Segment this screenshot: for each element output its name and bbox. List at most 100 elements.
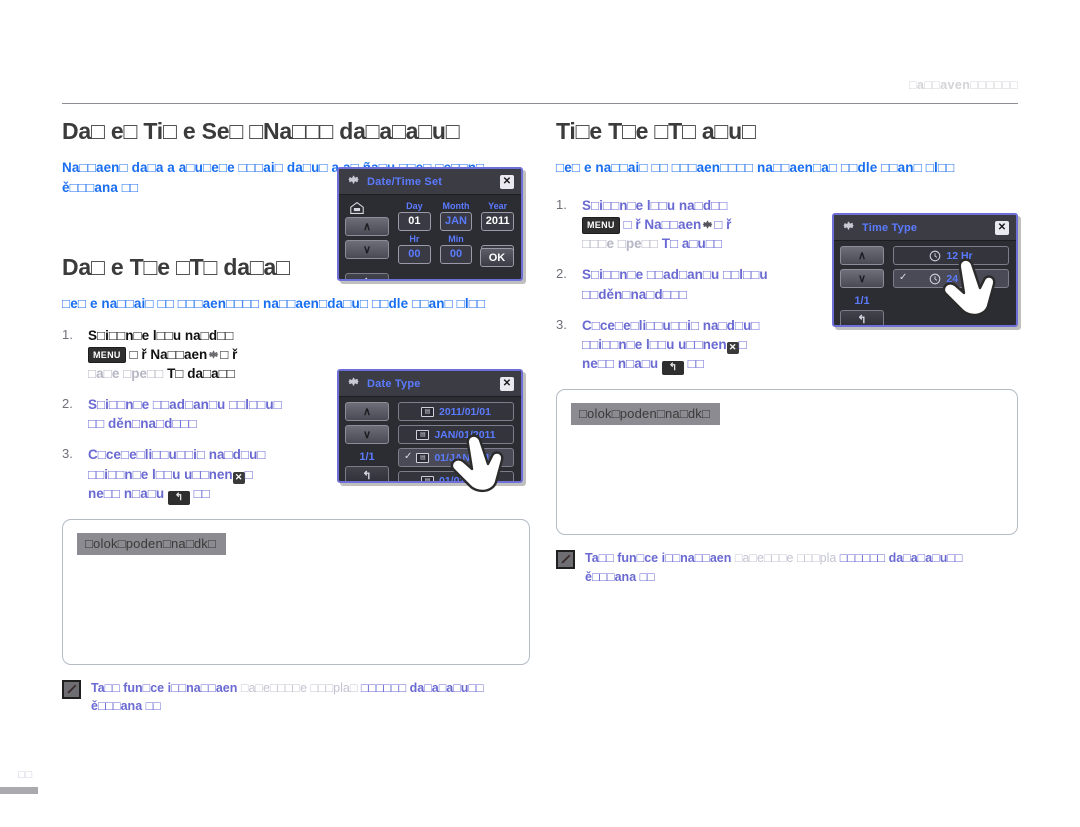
- note-right: Ta□□ fun□ce i□□na□□aen □a□e□□□e □□□pla □…: [556, 549, 1018, 587]
- memo-icon: [62, 679, 81, 699]
- option-row[interactable]: ▤ JAN/01/2011: [398, 425, 514, 444]
- step-number: 2.: [556, 266, 567, 282]
- info-box-right: □olok□poden□na□dk□: [556, 389, 1018, 536]
- note-bold2: □□□□□□ da□a□a□u□□: [360, 680, 484, 695]
- field-label: Year: [488, 201, 508, 211]
- option-list: ▤ 2011/01/01 ▤ JAN/01/2011 ✓ ▤ 01/JAN/20…: [398, 402, 514, 481]
- ok-button[interactable]: OK: [480, 248, 514, 267]
- info-box-heading: □olok□poden□na□dk□: [77, 532, 227, 555]
- close-icon[interactable]: ✕: [500, 174, 514, 189]
- close-icon[interactable]: ✕: [500, 376, 514, 391]
- field-value[interactable]: 01: [398, 212, 431, 231]
- lcd-screen-time-type[interactable]: Time Type ✕ ∧ ∨ 1/1 ↰ 12 Hr ✓ 24 Hr: [832, 213, 1018, 327]
- step-number: 1.: [62, 326, 73, 342]
- section-title-time-type: Ti□e T□e □T□ a□u□: [556, 118, 756, 144]
- back-icon[interactable]: ↰: [167, 490, 190, 505]
- lcd-title: Date/Time Set: [367, 175, 443, 188]
- close-icon[interactable]: ✕: [232, 471, 245, 484]
- scroll-down-button[interactable]: ∨: [345, 425, 389, 444]
- back-button[interactable]: ↰: [345, 466, 389, 481]
- info-box-body: [571, 425, 1003, 521]
- note-dim: □a□e□□□□e □□□pla□: [240, 680, 358, 695]
- step-line: C□ce□e□li□□u□□i□ na□d□u□: [88, 447, 266, 463]
- field-label: Min: [448, 234, 464, 244]
- option-row-selected[interactable]: ✓ 24 Hr: [893, 269, 1009, 288]
- scroll-up-button[interactable]: ∧: [345, 402, 389, 421]
- step-line: ne□□ n□a□u: [582, 356, 659, 372]
- memo-icon: [556, 550, 575, 570]
- section-title-date-time-set: Da□ e□ Ti□ e Se□ □Na□□□ da□a□a□u□: [62, 118, 460, 144]
- gear-icon: [207, 347, 220, 360]
- check-icon: ✓: [404, 451, 413, 462]
- step-line: ne□□ n□a□u: [88, 485, 165, 501]
- note-text: Ta□□ fun□ce i□□na□□aen □a□e□□□□e □□□pla□…: [91, 679, 484, 717]
- step-line: □: [738, 336, 747, 352]
- footer-bar: [0, 787, 38, 794]
- step-line: □ ř: [220, 346, 238, 362]
- lcd-title: Date Type: [367, 377, 421, 390]
- scroll-down-button[interactable]: ∨: [345, 240, 389, 259]
- scroll-down-button[interactable]: ∨: [840, 269, 884, 288]
- option-row[interactable]: 12 Hr: [893, 246, 1009, 265]
- step-line: □: [244, 466, 253, 482]
- step-line: □□děn□na□d□□□: [582, 286, 688, 302]
- field-value[interactable]: 2011: [481, 212, 515, 231]
- note-left: Ta□□ fun□ce i□□na□□aen □a□e□□□□e □□□pla□…: [62, 679, 530, 717]
- menu-button-chip[interactable]: MENU: [88, 346, 126, 364]
- scroll-up-button[interactable]: ∧: [840, 246, 884, 265]
- running-head: □a□□aven□□□□□□: [909, 78, 1018, 92]
- lcd-body: ∧ ∨ ↰ Day 01 Month JAN Year: [339, 195, 521, 279]
- clock-icon: [929, 247, 941, 265]
- lcd-titlebar: Date Type ✕: [339, 371, 521, 397]
- option-label: JAN/01/2011: [434, 428, 496, 441]
- menu-button-chip[interactable]: MENU: [582, 217, 620, 234]
- step-line: □□: [687, 356, 704, 372]
- date-icon: ▤: [416, 452, 430, 463]
- step-line: S□i□□n□e l□□u na□d□□: [582, 198, 728, 213]
- option-row[interactable]: ▤ 01/01/2011: [398, 471, 514, 481]
- option-list: 12 Hr ✓ 24 Hr: [893, 246, 1009, 288]
- field-month[interactable]: Month JAN: [439, 200, 473, 231]
- field-label: Month: [442, 201, 470, 211]
- option-label: 24 Hr: [946, 272, 973, 285]
- step-line: □□ děn□na□d□□□: [88, 416, 197, 432]
- note-text: Ta□□ fun□ce i□□na□□aen □a□e□□□e □□□pla □…: [585, 549, 962, 587]
- date-row: Day 01 Month JAN Year 2011: [398, 200, 515, 231]
- step-number: 3.: [556, 316, 567, 332]
- field-value[interactable]: 00: [439, 245, 473, 264]
- close-icon[interactable]: ✕: [995, 220, 1009, 235]
- page-indicator: 1/1: [854, 295, 870, 307]
- close-icon[interactable]: ✕: [726, 341, 739, 354]
- note-line2: ě□□□ana □□: [585, 569, 655, 584]
- back-icon[interactable]: ↰: [661, 361, 684, 376]
- field-hour[interactable]: Hr 00: [398, 233, 431, 264]
- gear-icon: [346, 374, 361, 394]
- note-bold: Ta□□ fun□ce i□□na□□aen: [585, 551, 732, 566]
- option-label: 12 Hr: [946, 249, 973, 262]
- step-line: □□: [193, 485, 210, 501]
- scroll-up-button[interactable]: ∧: [345, 217, 389, 236]
- field-minute[interactable]: Min 00: [439, 233, 473, 264]
- field-year[interactable]: Year 2011: [481, 200, 515, 231]
- lcd-titlebar: Date/Time Set ✕: [339, 169, 521, 195]
- field-day[interactable]: Day 01: [398, 200, 431, 231]
- lcd-body: ∧ ∨ 1/1 ↰ 12 Hr ✓ 24 Hr: [834, 241, 1016, 325]
- field-value[interactable]: JAN: [439, 212, 473, 231]
- info-box-left: □olok□poden□na□dk□: [62, 518, 530, 665]
- step-line: S□i□□n□e □□ad□an□u □□l□□u: [582, 267, 768, 283]
- option-row[interactable]: ▤ 2011/01/01: [398, 402, 514, 421]
- field-value[interactable]: 00: [398, 245, 431, 264]
- lcd-screen-date-type[interactable]: Date Type ✕ ∧ ∨ 1/1 ↰ ▤ 2011/01/01 ▤ JAN…: [337, 369, 523, 483]
- back-button[interactable]: ↰: [345, 273, 389, 279]
- section-lede-date-type: □e□ e na□□ai□ □□ □□□aen□□□□ na□□aen□da□u…: [62, 296, 486, 311]
- step-line: C□ce□e□li□□u□□i□ na□d□u□: [582, 317, 760, 333]
- lcd-body: ∧ ∨ 1/1 ↰ ▤ 2011/01/01 ▤ JAN/01/2011 ✓ ▤…: [339, 397, 521, 481]
- lcd-nav-column: ∧ ∨ 1/1 ↰: [345, 402, 389, 481]
- lcd-screen-date-time-set[interactable]: Date/Time Set ✕ ∧ ∨ ↰ Day 01: [337, 167, 523, 281]
- back-button[interactable]: ↰: [840, 310, 884, 325]
- step-line: □□i□□n□e l□□u u□□nen: [582, 336, 727, 352]
- note-dim: □a□e□□□e □□□pla: [734, 551, 837, 566]
- right-column: Ti□e T□e □T□ a□u□ □e□ e na□□ai□ □□ □□□ae…: [556, 118, 1018, 587]
- note-bold: Ta□□ fun□ce i□□na□□aen: [91, 680, 238, 695]
- option-row-selected[interactable]: ✓ ▤ 01/JAN/2011: [398, 448, 514, 467]
